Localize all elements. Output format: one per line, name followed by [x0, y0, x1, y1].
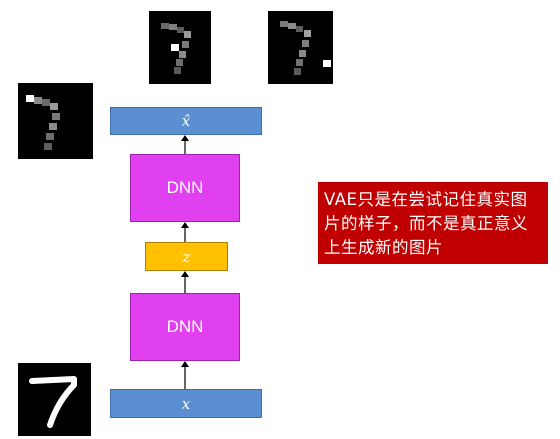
- annotation-text: VAE只是在尝试记住真实图片的样子，而不是真正意义上生成新的图片: [324, 190, 528, 257]
- encoder-label: DNN: [166, 317, 204, 336]
- generated-sample-2-image: [268, 11, 333, 84]
- arrow-encoder-to-latent: [181, 271, 189, 293]
- latent-label: z: [182, 247, 191, 266]
- output-label: x̂: [181, 112, 191, 130]
- encoder-dnn-box: DNN: [130, 293, 240, 361]
- input-bar: x: [110, 389, 262, 418]
- input-digit-image: [18, 363, 91, 436]
- decoder-dnn-box: DNN: [130, 154, 240, 222]
- decoder-label: DNN: [166, 178, 204, 197]
- latent-z-box: z: [145, 242, 228, 271]
- arrow-latent-to-decoder: [181, 222, 189, 242]
- input-label: x: [181, 394, 191, 413]
- generated-sample-1-image: [149, 11, 211, 84]
- arrow-decoder-to-output: [181, 135, 189, 154]
- output-bar: x̂: [110, 107, 262, 135]
- annotation-note: VAE只是在尝试记住真实图片的样子，而不是真正意义上生成新的图片: [318, 182, 548, 264]
- reconstructed-sample-image: [18, 83, 93, 159]
- arrow-input-to-encoder: [181, 361, 189, 389]
